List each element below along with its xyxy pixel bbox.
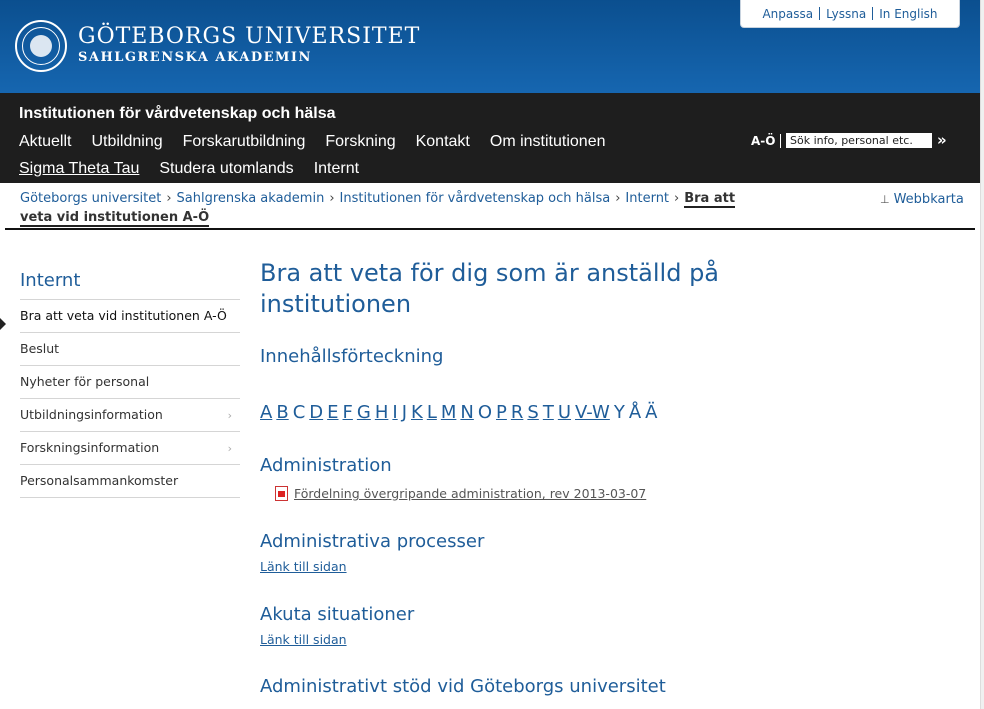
alphabet-letter-v-w[interactable]: V-W <box>575 402 610 423</box>
alphabet-letter-o: O <box>477 402 493 423</box>
header-divider <box>5 228 975 230</box>
search-submit-button[interactable]: » <box>937 131 947 149</box>
alphabet-letter-d[interactable]: D <box>309 402 323 423</box>
alphabet-letter-h[interactable]: H <box>375 402 389 423</box>
chevron-right-icon: › <box>615 191 621 206</box>
chevron-right-icon: › <box>166 191 172 206</box>
breadcrumb-item[interactable]: Sahlgrenska akademin <box>177 191 325 206</box>
alphabet-letter-r[interactable]: R <box>511 402 524 423</box>
alphabet-letter-g[interactable]: G <box>357 402 371 423</box>
alphabet-letter-u[interactable]: U <box>558 402 571 423</box>
chevron-right-icon: › <box>329 191 335 206</box>
alphabet-letter-ä: Ä <box>645 402 658 423</box>
alphabet-letter-j: J <box>401 402 407 423</box>
section-heading-administrativa-processer: Administrativa processer <box>260 531 485 552</box>
sidebar-item-label: Forskningsinformation <box>20 440 160 455</box>
nav-item-om-institutionen[interactable]: Om institutionen <box>490 133 606 151</box>
chevron-right-icon: › <box>227 409 232 422</box>
university-name[interactable]: GÖTEBORGS UNIVERSITET <box>78 24 420 49</box>
sidebar-item-label: Personalsammankomster <box>20 473 179 488</box>
sidebar-title[interactable]: Internt <box>20 270 80 291</box>
sidebar-item-label: Nyheter för personal <box>20 374 150 389</box>
page-link[interactable]: Länk till sidan <box>260 632 347 647</box>
nav-row-primary: Aktuellt Utbildning Forskarutbildning Fo… <box>19 133 605 151</box>
nav-item-internt[interactable]: Internt <box>314 160 359 178</box>
nav-item-kontakt[interactable]: Kontakt <box>416 133 470 151</box>
alphabet-letter-m[interactable]: M <box>441 402 457 423</box>
toc-heading: Innehållsförteckning <box>260 346 444 367</box>
alphabet-letter-l[interactable]: L <box>427 402 437 423</box>
vertical-scrollbar[interactable] <box>980 0 984 709</box>
alphabet-letter-n[interactable]: N <box>460 402 473 423</box>
divider <box>780 134 781 148</box>
anpassa-link[interactable]: Anpassa <box>756 7 819 21</box>
pdf-icon <box>275 486 288 501</box>
top-links: Anpassa Lyssna In English <box>740 0 960 28</box>
main-navigation: Institutionen för vårdvetenskap och häls… <box>0 93 980 183</box>
sidebar-item-label: Bra att veta vid institutionen A-Ö <box>20 308 227 323</box>
breadcrumb-item[interactable]: Internt <box>625 191 669 206</box>
alphabet-letter-p[interactable]: P <box>496 402 507 423</box>
alphabet-letter-i[interactable]: I <box>392 402 397 423</box>
alphabet-letter-e[interactable]: E <box>327 402 338 423</box>
sidebar-item-utbildningsinformation[interactable]: Utbildningsinformation › <box>20 398 240 431</box>
academy-name[interactable]: SAHLGRENSKA AKADEMIN <box>78 50 312 65</box>
sidebar-item-beslut[interactable]: Beslut <box>20 332 240 365</box>
a-o-index-link[interactable]: A-Ö <box>751 134 775 148</box>
page-link[interactable]: Länk till sidan <box>260 559 347 574</box>
nav-item-studera-utomlands[interactable]: Studera utomlands <box>159 160 293 178</box>
alphabet-letter-a[interactable]: A <box>260 402 272 423</box>
nav-item-utbildning[interactable]: Utbildning <box>91 133 162 151</box>
alphabet-letter-b[interactable]: B <box>276 402 288 423</box>
alphabet-letter-å: Å <box>628 402 642 423</box>
nav-item-forskning[interactable]: Forskning <box>325 133 395 151</box>
breadcrumb-item[interactable]: Göteborgs universitet <box>20 191 161 206</box>
sitemap-icon: ⊥ <box>880 193 890 206</box>
search-input[interactable] <box>786 133 932 148</box>
alphabet-letter-t[interactable]: T <box>543 402 554 423</box>
sidebar-item-bra-att-veta[interactable]: Bra att veta vid institutionen A-Ö <box>0 299 240 332</box>
nav-item-forskarutbildning[interactable]: Forskarutbildning <box>183 133 306 151</box>
chevron-right-icon: › <box>674 191 680 206</box>
nav-item-sigma-theta-tau[interactable]: Sigma Theta Tau <box>19 160 139 178</box>
in-english-link[interactable]: In English <box>873 7 943 21</box>
lyssna-link[interactable]: Lyssna <box>820 7 872 21</box>
site-header: GÖTEBORGS UNIVERSITET SAHLGRENSKA AKADEM… <box>0 0 980 93</box>
alphabet-letter-f[interactable]: F <box>343 402 353 423</box>
department-title[interactable]: Institutionen för vårdvetenskap och häls… <box>19 105 336 123</box>
sidebar-item-nyheter[interactable]: Nyheter för personal <box>20 365 240 398</box>
alphabet-letter-y: Y <box>613 402 625 423</box>
section-heading-akuta-situationer: Akuta situationer <box>260 604 415 625</box>
sidebar-item-label: Beslut <box>20 341 60 356</box>
alphabet-letter-k[interactable]: K <box>411 402 423 423</box>
chevron-right-icon: › <box>227 442 232 455</box>
sidebar-item-forskningsinformation[interactable]: Forskningsinformation › <box>20 431 240 464</box>
nav-row-secondary: Sigma Theta Tau Studera utomlands Intern… <box>19 160 359 178</box>
sitemap-link[interactable]: ⊥ Webbkarta <box>880 192 964 207</box>
section-heading-administrativt-stod: Administrativt stöd vid Göteborgs univer… <box>260 676 666 697</box>
alphabet-index: A B C D E F G H I J K L M N O P R S T U V-W Y Å Ä <box>260 402 658 423</box>
current-item-marker-icon <box>0 318 6 330</box>
sidebar-item-personalsammankomster[interactable]: Personalsammankomster <box>20 464 240 498</box>
pdf-document-link[interactable]: Fördelning övergripande administration, … <box>275 486 646 501</box>
university-seal-icon[interactable] <box>15 20 67 72</box>
sidebar-item-label: Utbildningsinformation <box>20 407 163 422</box>
alphabet-letter-s[interactable]: S <box>527 402 538 423</box>
section-heading-administration: Administration <box>260 455 392 476</box>
sidebar-menu: Bra att veta vid institutionen A-Ö Beslu… <box>0 299 240 498</box>
breadcrumb-item[interactable]: Institutionen för vårdvetenskap och häls… <box>340 191 611 206</box>
pdf-document-title[interactable]: Fördelning övergripande administration, … <box>294 486 646 501</box>
page-title: Bra att veta för dig som är anställd på … <box>260 259 720 318</box>
nav-item-aktuellt[interactable]: Aktuellt <box>19 133 71 151</box>
sitemap-label[interactable]: Webbkarta <box>894 192 964 207</box>
alphabet-letter-c: C <box>292 402 306 423</box>
breadcrumb: Göteborgs universitet › Sahlgrenska akadem… <box>20 189 760 227</box>
